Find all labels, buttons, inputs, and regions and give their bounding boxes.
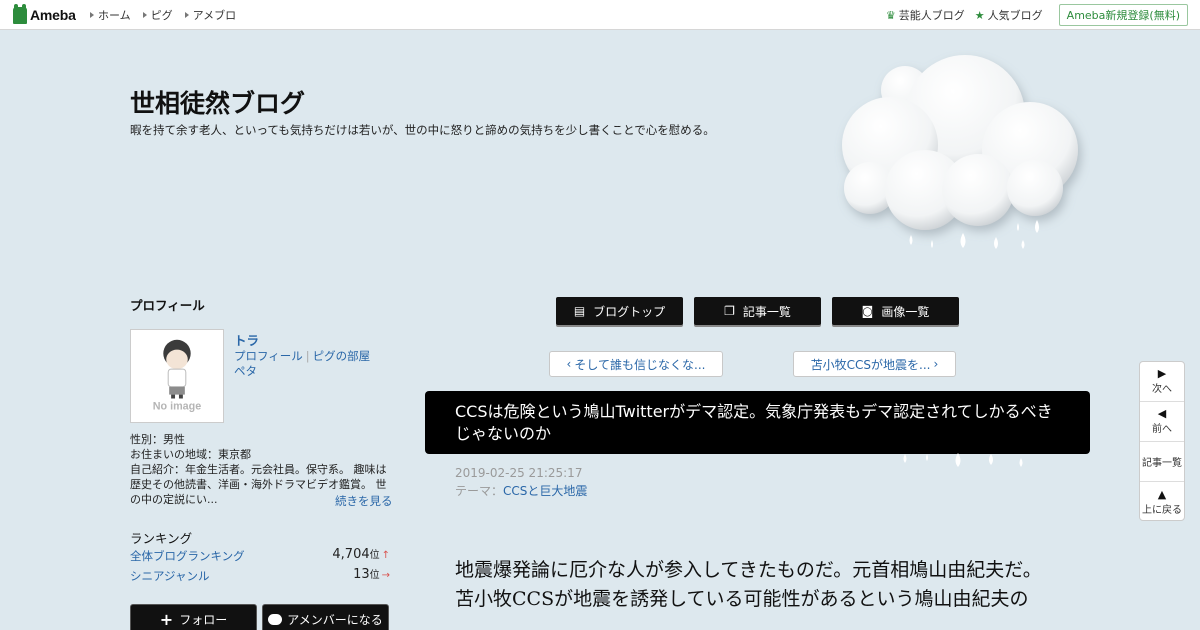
entry-list-side-button[interactable]: 記事一覧	[1140, 442, 1184, 482]
play-left-icon: ◀	[1157, 407, 1167, 420]
raindrop-decoration	[903, 453, 1023, 467]
global-header: Ameba ホーム ピグ アメブロ ♛ 芸能人ブログ ★ 人気ブログ Ameba…	[0, 0, 1200, 30]
next-label: 次へ	[1152, 384, 1172, 395]
ranking-unit: 位	[369, 550, 380, 561]
entry-paragraph: 苫小牧CCSが地震を誘発している可能性があるという鳩山由紀夫の	[455, 588, 1029, 610]
nav-pigg-label: ピグ	[150, 9, 173, 22]
celebrity-blog-link[interactable]: ♛ 芸能人ブログ	[886, 7, 965, 23]
ranking-row-overall: 全体ブログランキング 4,704位 ↑	[130, 546, 390, 564]
profile-gender: 性別：男性	[130, 433, 185, 446]
speech-bubble-icon	[268, 613, 283, 625]
back-to-top-label: 上に戻る	[1142, 504, 1182, 516]
next-button[interactable]: ▶ 次へ	[1140, 362, 1184, 402]
document-icon: ▤	[573, 304, 586, 318]
popular-blog-label: 人気ブログ	[987, 9, 1043, 22]
logo-text: Ameba	[30, 7, 76, 23]
plus-icon: +	[159, 609, 174, 629]
profile-region: お住まいの地域：東京都	[130, 448, 251, 461]
link-separator: |	[305, 349, 310, 363]
ranking-unit: 位	[369, 570, 380, 581]
image-list-button[interactable]: ◙ 画像一覧	[832, 297, 959, 325]
entry-list-button[interactable]: ❐ 記事一覧	[694, 297, 821, 325]
pigg-room-link[interactable]: ピグの部屋	[313, 349, 371, 363]
rain-cloud-illustration	[842, 55, 1078, 249]
rank-flat-icon: →	[381, 570, 390, 581]
follow-label: フォロー	[179, 612, 228, 627]
rank-up-icon: ↑	[381, 550, 390, 561]
camera-icon: ◙	[861, 304, 874, 318]
prev-button[interactable]: ◀ 前へ	[1140, 402, 1184, 442]
image-list-label: 画像一覧	[881, 304, 930, 319]
follow-button[interactable]: + フォロー	[130, 604, 257, 630]
prev-label: 前へ	[1152, 424, 1172, 435]
ranking-overall-link[interactable]: 全体ブログランキング	[130, 548, 245, 564]
blog-top-label: ブログトップ	[593, 304, 666, 319]
ranking-overall-number: 4,704	[332, 547, 370, 562]
ranking-heading: ランキング	[130, 531, 193, 546]
blog-description: 暇を持て余す老人、といっても気持ちだけは若いが、世の中に怒りと諦めの気持ちを少し…	[130, 123, 715, 137]
header-right: ♛ 芸能人ブログ ★ 人気ブログ Ameba新規登録(無料)	[886, 0, 1188, 30]
floating-nav: ▶ 次へ ◀ 前へ 記事一覧 ▲ 上に戻る	[1139, 361, 1185, 521]
ranking-senior-link[interactable]: シニアジャンル	[130, 568, 209, 584]
crown-icon: ♛	[885, 8, 896, 22]
entry-date: 2019-02-25 21:25:17	[455, 466, 583, 480]
ameba-logo[interactable]: Ameba	[13, 3, 76, 24]
read-more-link[interactable]: 続きを見る	[335, 493, 393, 509]
next-entry-link[interactable]: 苫小牧CCSが地震を... ›	[793, 351, 956, 377]
nav-ameblo-label: アメブロ	[192, 9, 237, 22]
arrow-up-icon: ▲	[1157, 487, 1167, 501]
amember-button[interactable]: アメンバーになる	[262, 604, 389, 630]
blog-title[interactable]: 世相徒然ブログ	[130, 84, 305, 120]
ranking-senior-number: 13	[353, 567, 370, 582]
caret-right-icon	[142, 12, 147, 18]
profile-heading: プロフィール	[130, 298, 205, 313]
entry-title[interactable]: CCSは危険という鳩山Twitterがデマ認定。気象庁発表もデマ認定されてしかる…	[425, 391, 1090, 454]
global-nav: ホーム ピグ アメブロ	[90, 0, 248, 30]
entry-body: 地震爆発論に厄介な人が参入してきたものだ。元首相鳩山由紀夫だ。 苫小牧CCSが地…	[455, 556, 1065, 614]
no-image-text: No image	[153, 400, 201, 412]
celebrity-blog-label: 芸能人ブログ	[898, 9, 965, 22]
play-right-icon: ▶	[1157, 367, 1167, 380]
nav-home-link[interactable]: ホーム	[90, 7, 131, 23]
nav-ameblo-link[interactable]: アメブロ	[184, 7, 237, 23]
profile-name[interactable]: トラ	[234, 330, 259, 349]
theme-label: テーマ：	[455, 484, 504, 498]
entry-theme: テーマ：CCSと巨大地震	[455, 482, 587, 499]
chevron-right-icon: ›	[933, 357, 939, 371]
entry-paragraph: 地震爆発論に厄介な人が参入してきたものだ。元首相鳩山由紀夫だ。	[455, 559, 1042, 581]
amember-label: アメンバーになる	[287, 612, 383, 627]
star-icon: ★	[974, 8, 985, 22]
popular-blog-link[interactable]: ★ 人気ブログ	[975, 7, 1043, 23]
blog-top-button[interactable]: ▤ ブログトップ	[556, 297, 683, 325]
profile-link[interactable]: プロフィール	[234, 349, 303, 363]
nav-pigg-link[interactable]: ピグ	[142, 7, 173, 23]
back-to-top-button[interactable]: ▲ 上に戻る	[1140, 482, 1184, 522]
prev-entry-link[interactable]: ‹ そして誰も信じなくな...	[549, 351, 723, 377]
ranking-senior-value: 13位 →	[353, 566, 390, 582]
register-button[interactable]: Ameba新規登録(無料)	[1058, 4, 1188, 26]
theme-link[interactable]: CCSと巨大地震	[503, 484, 587, 498]
chevron-left-icon: ‹	[566, 357, 572, 371]
profile-links: プロフィール | ピグの部屋 ペタ	[234, 349, 394, 379]
nav-home-label: ホーム	[98, 9, 131, 22]
caret-right-icon	[90, 12, 94, 18]
prev-entry-label: そして誰も信じなくな...	[574, 357, 706, 372]
peta-link[interactable]: ペタ	[234, 364, 257, 378]
caret-right-icon	[184, 12, 189, 18]
entry-list-side-label: 記事一覧	[1142, 458, 1182, 469]
copy-icon: ❐	[724, 304, 735, 318]
next-entry-label: 苫小牧CCSが地震を...	[810, 357, 931, 372]
ranking-row-senior: シニアジャンル 13位 →	[130, 566, 390, 584]
ranking-overall-value: 4,704位 ↑	[332, 546, 390, 562]
entry-list-label: 記事一覧	[742, 304, 791, 319]
ameba-logo-icon	[13, 3, 27, 24]
avatar[interactable]: No image	[130, 329, 224, 423]
